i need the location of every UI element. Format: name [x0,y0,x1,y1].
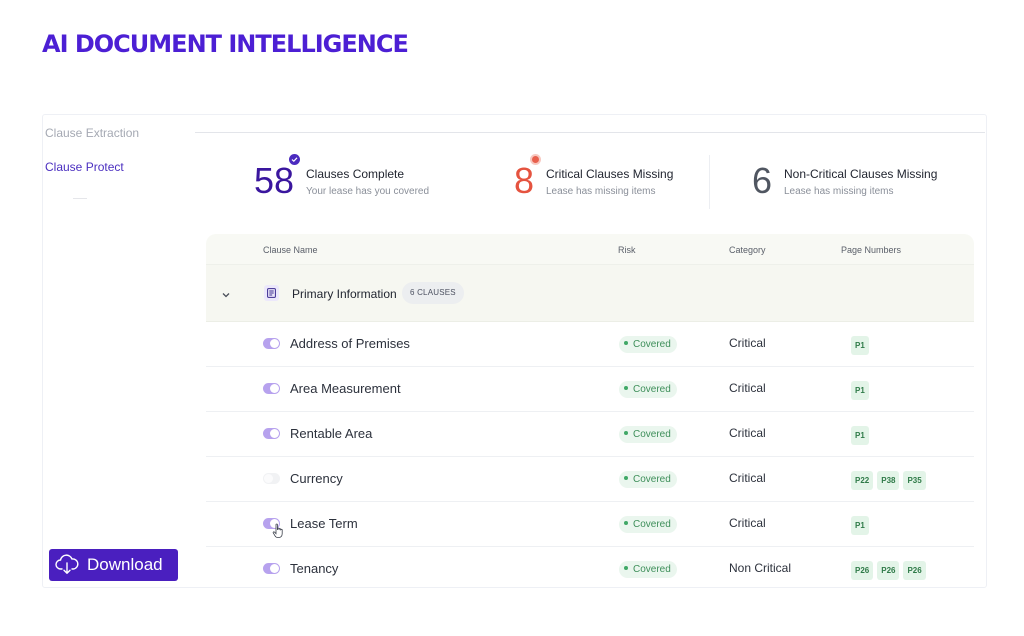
stat-separator [709,155,710,209]
status-dot-icon [624,341,628,346]
sidebar-item-clause-protect[interactable]: Clause Protect [45,160,124,174]
cloud-download-icon [55,554,79,581]
risk-label: Covered [633,564,671,575]
group-title: Primary Information [292,287,397,301]
table-row[interactable]: Address of Premises Covered Critical P1 [206,322,974,367]
hand-cursor-icon [272,523,283,538]
page-tag[interactable]: P1 [851,336,869,355]
risk-label: Covered [633,429,671,440]
clause-category: Non Critical [729,561,792,575]
page-numbers: P1 [851,515,873,535]
page-numbers: P1 [851,335,873,355]
status-dot-icon [624,521,628,526]
risk-status-badge: Covered [619,471,677,488]
column-header-category[interactable]: Category [729,245,766,255]
stat-subtitle: Your lease has you covered [306,186,430,197]
group-row-primary-information[interactable]: Primary Information 6 CLAUSES [206,265,974,322]
risk-label: Covered [633,339,671,350]
risk-label: Covered [633,474,671,485]
page-numbers: P1 [851,425,873,445]
page-tag[interactable]: P22 [851,471,874,490]
page-tag[interactable]: P26 [903,561,926,580]
page-numbers: P1 [851,380,873,400]
chevron-down-icon[interactable] [221,287,231,305]
toggle-knob [270,339,279,348]
table-row[interactable]: Tenancy Covered Non Critical P26 P26 P26 [206,547,974,587]
risk-status-badge: Covered [619,561,677,578]
clause-toggle[interactable] [263,338,280,349]
clause-count-badge: 6 CLAUSES [402,282,464,304]
clause-name: Rentable Area [290,426,373,441]
clause-toggle[interactable] [263,383,280,394]
status-dot-icon [624,476,628,481]
table-row[interactable]: Rentable Area Covered Critical P1 [206,412,974,457]
page-tag[interactable]: P35 [903,471,926,490]
column-header-page-numbers[interactable]: Page Numbers [841,245,901,255]
download-label: Download [87,555,163,574]
status-dot-icon [624,431,628,436]
stat-value: 8 [514,160,535,201]
table-row[interactable]: Lease Term Covered Critical P1 [206,502,974,547]
clause-toggle[interactable] [263,563,280,574]
status-dot-icon [624,566,628,571]
status-dot-icon [624,386,628,391]
clause-name: Currency [290,471,343,486]
clause-category: Critical [729,336,766,350]
clause-table: Clause Name Risk Category Page Numbers P… [206,234,974,587]
risk-status-badge: Covered [619,426,677,443]
sidebar-item-clause-extraction[interactable]: Clause Extraction [45,126,139,140]
clause-category: Critical [729,426,766,440]
download-button[interactable]: Download [49,549,178,581]
toggle-knob [270,384,279,393]
column-header-risk[interactable]: Risk [618,245,636,255]
table-row[interactable]: Currency Covered Critical P22 P38 P35 [206,457,974,502]
table-row[interactable]: Area Measurement Covered Critical P1 [206,367,974,412]
page-numbers: P26 P26 P26 [851,560,930,580]
clause-category: Critical [729,381,766,395]
page-numbers: P22 P38 P35 [851,470,930,490]
risk-status-badge: Covered [619,336,677,353]
page-tag[interactable]: P26 [851,561,874,580]
clause-name: Area Measurement [290,381,401,396]
alert-dot-icon [530,154,541,165]
clause-name: Address of Premises [290,336,410,351]
stat-subtitle: Lease has missing items [546,186,656,197]
page-tag[interactable]: P1 [851,426,869,445]
risk-status-badge: Covered [619,381,677,398]
clause-category: Critical [729,516,766,530]
stat-title: Critical Clauses Missing [546,167,674,181]
stat-title: Non-Critical Clauses Missing [784,167,938,181]
document-icon [264,285,279,301]
table-header: Clause Name Risk Category Page Numbers [206,234,974,265]
column-header-clause-name[interactable]: Clause Name [263,245,318,255]
page-tag[interactable]: P38 [877,471,900,490]
risk-status-badge: Covered [619,516,677,533]
main-panel: Clause Extraction Clause Protect 58 Clau… [42,114,987,588]
stat-title: Clauses Complete [306,167,405,181]
toggle-knob [264,474,273,483]
page-tag[interactable]: P1 [851,516,869,535]
page-tag[interactable]: P26 [877,561,900,580]
check-badge-icon [289,154,300,165]
app-title: AI DOCUMENT INTELLIGENCE [42,30,409,58]
stat-value: 6 [752,160,773,201]
risk-label: Covered [633,384,671,395]
risk-label: Covered [633,519,671,530]
sidebar-divider [73,198,87,199]
clause-category: Critical [729,471,766,485]
stat-value: 58 [254,160,295,201]
clause-toggle[interactable] [263,473,280,484]
clause-toggle[interactable] [263,428,280,439]
toggle-knob [270,564,279,573]
clause-name: Lease Term [290,516,358,531]
header-divider [195,132,985,133]
stat-subtitle: Lease has missing items [784,186,894,197]
clause-name: Tenancy [290,561,339,576]
toggle-knob [270,429,279,438]
page-tag[interactable]: P1 [851,381,869,400]
